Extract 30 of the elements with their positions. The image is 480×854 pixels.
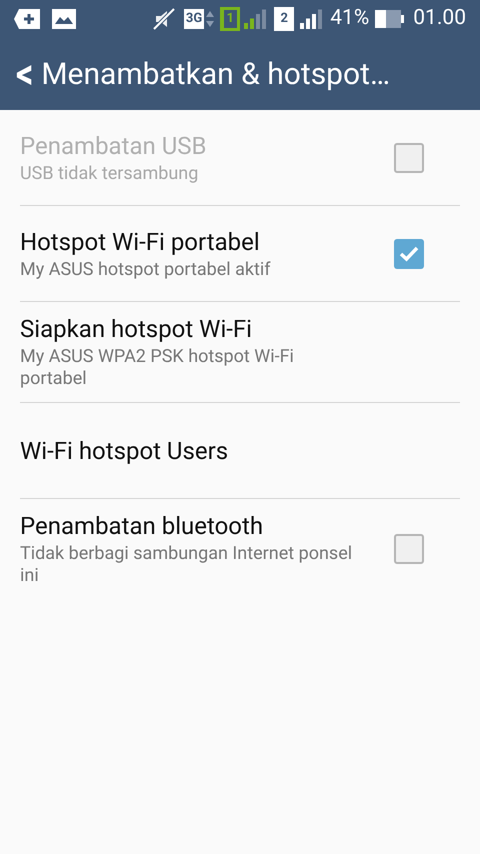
signal-icon <box>300 9 322 29</box>
mute-icon <box>152 7 176 31</box>
checkbox[interactable] <box>394 238 424 268</box>
settings-row[interactable]: Penambatan bluetooth Tidak berbagi sambungan Internet ponsel ini <box>20 499 460 599</box>
battery-percent: 41% <box>330 5 370 32</box>
settings-row[interactable]: Wi-Fi hotspot Users <box>20 403 460 499</box>
sim-card-badge: 1 <box>220 7 240 31</box>
row-title: Hotspot Wi-Fi portabel <box>20 226 261 256</box>
sim-card-badge: 2 <box>274 7 294 31</box>
settings-row[interactable]: Siapkan hotspot Wi-Fi My ASUS WPA2 PSK hotspot Wi-Fi portabel <box>20 302 460 403</box>
screen-title: Menambatkan & hotspot… <box>41 56 390 94</box>
settings-row[interactable]: Hotspot Wi-Fi portabel My ASUS hotspot portabel aktif <box>20 206 460 302</box>
row-subtitle: Tidak berbagi sambungan Internet ponsel ini <box>20 543 354 587</box>
row-subtitle: My ASUS WPA2 PSK hotspot Wi-Fi portabel <box>20 346 295 390</box>
row-title: Siapkan hotspot Wi-Fi <box>20 314 254 344</box>
battery-icon <box>375 9 406 29</box>
network-type-badge: 3G <box>184 9 204 29</box>
add-notification-icon <box>14 9 40 29</box>
row-subtitle: USB tidak tersambung <box>20 162 200 184</box>
row-title: Penambatan USB <box>20 130 206 160</box>
back-button[interactable]: < <box>16 52 34 96</box>
image-icon <box>52 9 76 29</box>
signal-icon <box>244 9 266 29</box>
row-subtitle: My ASUS hotspot portabel aktif <box>20 258 271 280</box>
clock-time: 01.00 <box>413 5 466 32</box>
checkbox[interactable] <box>394 534 424 564</box>
row-title: Penambatan bluetooth <box>20 511 264 541</box>
row-title: Wi-Fi hotspot Users <box>20 436 228 466</box>
data-arrows-icon <box>206 9 214 29</box>
check-icon <box>399 246 419 262</box>
